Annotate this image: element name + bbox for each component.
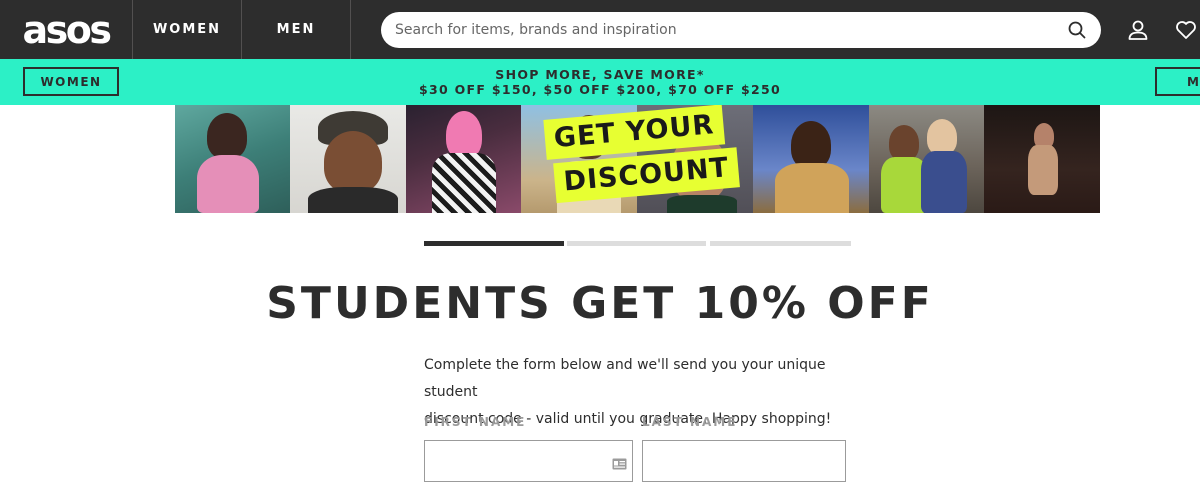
banner-photo-7 xyxy=(869,105,984,213)
account-icon[interactable] xyxy=(1126,18,1150,42)
promo-bar: WOMEN SHOP MORE, SAVE MORE* $30 OFF $150… xyxy=(0,59,1200,105)
intro-line-1: Complete the form below and we'll send y… xyxy=(424,357,826,400)
student-discount-banner: GET YOUR DISCOUNT xyxy=(175,105,1100,213)
promo-women-button[interactable]: WOMEN xyxy=(23,67,119,96)
search-bar xyxy=(381,12,1101,48)
promo-line-1: SHOP MORE, SAVE MORE* xyxy=(495,67,705,82)
last-name-label: LAST NAME xyxy=(642,415,738,429)
first-name-field-wrapper xyxy=(424,440,633,482)
first-name-input[interactable] xyxy=(425,441,632,481)
first-name-label: FIRST NAME xyxy=(424,415,527,429)
nav-women-link[interactable]: WOMEN xyxy=(133,0,242,59)
top-navigation: asos WOMEN MEN xyxy=(0,0,1200,59)
banner-photo-2 xyxy=(290,105,406,213)
last-name-input[interactable] xyxy=(643,441,845,481)
progress-step-3 xyxy=(710,241,851,246)
asos-logo[interactable]: asos xyxy=(0,0,133,59)
heart-icon[interactable] xyxy=(1174,18,1198,42)
promo-men-button[interactable]: MEN xyxy=(1155,67,1200,96)
promo-message[interactable]: SHOP MORE, SAVE MORE* $30 OFF $150, $50 … xyxy=(350,67,850,97)
banner-photo-3 xyxy=(406,105,521,213)
progress-step-1-active xyxy=(424,241,564,246)
banner-photo-1 xyxy=(175,105,290,213)
progress-step-2 xyxy=(567,241,706,246)
promo-line-2: $30 OFF $150, $50 OFF $200, $70 OFF $250 xyxy=(418,82,782,97)
contact-card-icon[interactable] xyxy=(612,455,627,470)
nav-men-link[interactable]: MEN xyxy=(242,0,351,59)
banner-photo-6 xyxy=(753,105,869,213)
search-icon[interactable] xyxy=(1067,20,1087,40)
get-your-discount-badge: GET YOUR DISCOUNT xyxy=(543,105,740,212)
search-input[interactable] xyxy=(395,22,1067,38)
last-name-field-wrapper xyxy=(642,440,846,482)
page-title: STUDENTS GET 10% OFF xyxy=(266,278,934,329)
banner-photo-8 xyxy=(984,105,1100,213)
